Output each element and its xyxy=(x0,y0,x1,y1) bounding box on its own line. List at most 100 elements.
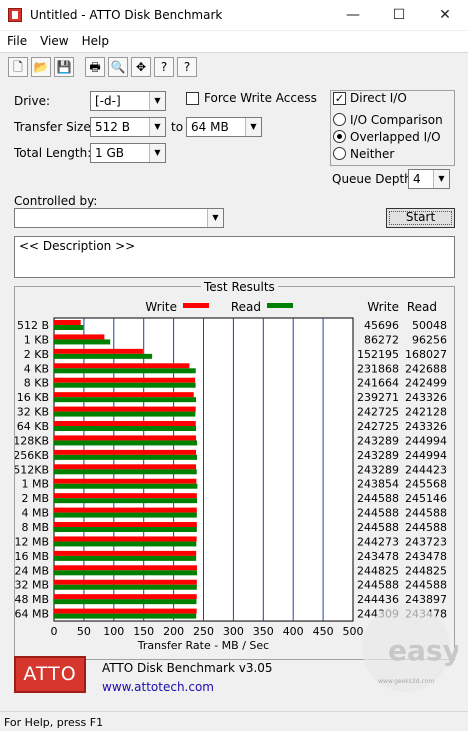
category-label: 4 KB xyxy=(24,362,49,375)
write-value: 231868 xyxy=(357,362,399,375)
read-value: 244994 xyxy=(405,449,447,462)
write-bar xyxy=(54,435,197,441)
write-bar xyxy=(54,392,194,398)
write-bar xyxy=(54,464,197,470)
write-column-header: Write xyxy=(367,300,399,314)
read-value: 242688 xyxy=(405,362,447,375)
category-label: 1 KB xyxy=(24,333,49,346)
read-bar xyxy=(54,325,84,330)
move-icon[interactable]: ✥ xyxy=(131,57,151,77)
watermark-logo: easy www.geeks3d.com xyxy=(362,604,458,692)
new-file-icon[interactable]: 🗋 xyxy=(8,57,28,77)
x-tick-label: 150 xyxy=(133,625,154,638)
close-button[interactable]: ✕ xyxy=(422,0,468,31)
x-tick-label: 350 xyxy=(253,625,274,638)
chevron-down-icon: ▼ xyxy=(149,144,165,162)
print-icon[interactable]: 🖶 xyxy=(85,57,105,77)
write-bar xyxy=(54,406,196,412)
category-label: 256KB xyxy=(15,449,49,462)
x-tick-label: 450 xyxy=(313,625,334,638)
queue-depth-select[interactable]: 4 ▼ xyxy=(408,169,450,189)
maximize-button[interactable]: ☐ xyxy=(376,0,422,31)
drive-value: [-d-] xyxy=(95,94,121,108)
transfer-size-label: Transfer Size: xyxy=(14,120,95,134)
category-label: 48 MB xyxy=(15,593,49,606)
menu-view[interactable]: View xyxy=(33,31,74,48)
menu-file[interactable]: File xyxy=(0,31,33,48)
read-bar xyxy=(54,368,196,374)
context-help-icon[interactable]: ? xyxy=(177,57,197,77)
write-bar xyxy=(54,550,197,556)
read-bar xyxy=(54,440,198,446)
write-value: 243289 xyxy=(357,449,399,462)
chevron-down-icon: ▼ xyxy=(207,209,223,227)
force-write-label[interactable]: Force Write Access xyxy=(204,91,317,105)
read-column-header: Read xyxy=(407,300,437,314)
io-comparison-radio[interactable] xyxy=(333,113,346,126)
neither-radio[interactable] xyxy=(333,147,346,160)
drive-select[interactable]: [-d-] ▼ xyxy=(90,91,166,111)
neither-label[interactable]: Neither xyxy=(350,147,394,161)
direct-io-label[interactable]: Direct I/O xyxy=(350,91,407,105)
overlapped-io-radio[interactable] xyxy=(333,130,346,143)
x-tick-label: 250 xyxy=(193,625,214,638)
x-tick-label: 400 xyxy=(283,625,304,638)
x-tick-label: 100 xyxy=(103,625,124,638)
category-label: 2 KB xyxy=(24,348,49,361)
x-tick-label: 300 xyxy=(223,625,244,638)
category-label: 24 MB xyxy=(15,564,49,577)
total-length-value: 1 GB xyxy=(95,146,124,160)
product-name: ATTO Disk Benchmark v3.05 xyxy=(102,661,273,675)
category-label: 16 KB xyxy=(17,391,49,404)
app-icon xyxy=(8,8,22,22)
transfer-to-select[interactable]: 64 MB ▼ xyxy=(186,117,262,137)
chevron-down-icon: ▼ xyxy=(433,170,449,188)
category-label: 4 MB xyxy=(21,507,49,520)
help-icon[interactable]: ? xyxy=(154,57,174,77)
category-label: 512KB xyxy=(15,463,49,476)
start-button[interactable]: Start xyxy=(386,208,455,228)
write-value: 243854 xyxy=(357,478,399,491)
open-folder-icon[interactable]: 📂 xyxy=(31,57,51,77)
read-bar xyxy=(54,353,153,359)
category-label: 128KB xyxy=(15,434,49,447)
io-comparison-label[interactable]: I/O Comparison xyxy=(350,113,443,127)
overlapped-io-label[interactable]: Overlapped I/O xyxy=(350,130,441,144)
transfer-from-select[interactable]: 512 B ▼ xyxy=(90,117,166,137)
total-length-select[interactable]: 1 GB ▼ xyxy=(90,143,166,163)
read-bar xyxy=(54,570,197,576)
window-title: Untitled - ATTO Disk Benchmark xyxy=(30,8,223,22)
watermark-site: www.geeks3d.com xyxy=(378,678,434,685)
category-label: 2 MB xyxy=(21,492,49,505)
website-link[interactable]: www.attotech.com xyxy=(102,680,214,694)
read-value: 168027 xyxy=(405,348,447,361)
write-bar xyxy=(54,594,197,600)
force-write-checkbox[interactable] xyxy=(186,92,199,105)
write-value: 242725 xyxy=(357,420,399,433)
read-bar xyxy=(54,397,197,403)
read-value: 243478 xyxy=(405,550,447,563)
write-value: 243289 xyxy=(357,463,399,476)
to-label: to xyxy=(171,120,184,134)
x-tick-label: 200 xyxy=(163,625,184,638)
menu-help[interactable]: Help xyxy=(75,31,115,48)
toolbar: 🗋 📂 💾 🖶 🔍 ✥ ? ? xyxy=(0,52,468,80)
write-bar xyxy=(54,334,105,340)
write-value: 244825 xyxy=(357,564,399,577)
title-bar: Untitled - ATTO Disk Benchmark — ☐ ✕ xyxy=(0,0,468,31)
queue-depth-label: Queue Depth: xyxy=(332,172,416,186)
read-bar xyxy=(54,555,197,561)
direct-io-checkbox[interactable]: ✓ xyxy=(333,92,346,105)
legend-write-swatch xyxy=(183,303,209,308)
write-value: 241664 xyxy=(357,377,399,390)
legend-read-swatch xyxy=(267,303,293,308)
chevron-down-icon: ▼ xyxy=(149,92,165,110)
x-axis-label: Transfer Rate - MB / Sec xyxy=(137,639,269,652)
minimize-button[interactable]: — xyxy=(330,0,376,31)
save-icon[interactable]: 💾 xyxy=(54,57,74,77)
chevron-down-icon: ▼ xyxy=(149,118,165,136)
read-value: 242499 xyxy=(405,377,447,390)
print-preview-icon[interactable]: 🔍 xyxy=(108,57,128,77)
description-field[interactable]: << Description >> xyxy=(14,236,455,278)
controlled-by-select[interactable]: ▼ xyxy=(14,208,224,228)
